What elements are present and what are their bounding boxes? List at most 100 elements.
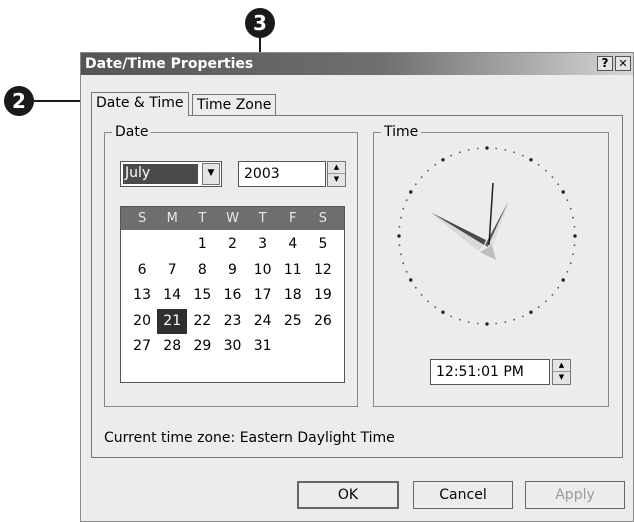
year-spinner[interactable]: ▲ ▼	[327, 161, 346, 187]
calendar-day[interactable]: 19	[308, 283, 338, 309]
hour-tick	[529, 158, 533, 162]
minute-tick	[467, 149, 470, 151]
minute-tick	[402, 207, 405, 210]
date-group-label: Date	[112, 124, 152, 140]
calendar-day[interactable]: 24	[248, 309, 278, 335]
minute-tick	[537, 163, 540, 166]
minute-tick	[450, 154, 453, 157]
minute-tick	[434, 163, 437, 166]
minute-tick	[458, 151, 461, 154]
calendar-day[interactable]: 30	[217, 334, 247, 360]
calendar-day[interactable]: 23	[217, 309, 247, 335]
calendar-day[interactable]: 7	[157, 258, 187, 284]
callout-2: 2	[4, 86, 34, 116]
calendar-day[interactable]: 18	[278, 283, 308, 309]
minute-tick	[467, 321, 470, 323]
apply-button[interactable]: Apply	[525, 481, 625, 509]
ok-button[interactable]: OK	[297, 481, 399, 509]
time-spinner[interactable]: ▲ ▼	[552, 359, 571, 385]
minute-tick	[434, 306, 437, 309]
minute-tick	[566, 270, 569, 273]
minute-tick	[458, 318, 461, 321]
cancel-button[interactable]: Cancel	[413, 481, 513, 509]
weekday-sat: S	[318, 211, 328, 226]
month-dropdown[interactable]: July ▼	[120, 161, 222, 187]
minute-tick	[572, 216, 574, 219]
minute-tick	[414, 286, 417, 289]
hour-hand	[430, 212, 486, 245]
hour-tick	[441, 310, 445, 314]
calendar-day[interactable]: 17	[248, 283, 278, 309]
window-title: Date/Time Properties	[85, 56, 254, 72]
minute-tick	[495, 322, 498, 325]
hour-tick	[409, 278, 413, 282]
calendar-day[interactable]: 22	[187, 309, 217, 335]
time-field[interactable]: 12:51:01 PM	[430, 359, 550, 385]
hour-tick	[561, 278, 565, 282]
minute-tick	[521, 315, 524, 318]
calendar[interactable]: S M T W T F S 1 2 3 4 5 6 7 8 9 10 11 12 13 14 15 16 17 1…	[120, 206, 345, 383]
hour-tick	[397, 234, 401, 238]
minute-tick	[427, 300, 429, 303]
minute-tick	[521, 154, 524, 157]
calendar-day[interactable]: 9	[217, 258, 247, 284]
calendar-day[interactable]: 15	[187, 283, 217, 309]
calendar-day[interactable]: 8	[187, 258, 217, 284]
calendar-day[interactable]: 16	[217, 283, 247, 309]
minute-tick	[569, 262, 572, 265]
weekday-mon: M	[166, 211, 178, 226]
calendar-day[interactable]: 1	[187, 232, 217, 258]
clock-dial	[397, 146, 577, 326]
calendar-day[interactable]: 14	[157, 283, 187, 309]
arrow-down-icon[interactable]: ▼	[553, 372, 570, 384]
calendar-day	[127, 232, 157, 258]
minute-tick	[557, 286, 560, 289]
calendar-day[interactable]: 10	[248, 258, 278, 284]
calendar-day[interactable]: 12	[308, 258, 338, 284]
calendar-day[interactable]: 21	[157, 308, 188, 334]
month-dropdown-button[interactable]: ▼	[202, 163, 220, 185]
calendar-day	[157, 232, 187, 258]
calendar-day[interactable]: 26	[308, 309, 338, 335]
date-time-dialog: Date/Time Properties ? ✕ Date & Time Tim…	[80, 52, 634, 522]
calendar-day[interactable]: 29	[187, 334, 217, 360]
timezone-label: Current time zone:	[104, 430, 236, 446]
calendar-day	[278, 334, 308, 360]
calendar-day[interactable]: 25	[278, 309, 308, 335]
arrow-up-icon[interactable]: ▲	[553, 360, 570, 372]
minute-tick	[420, 176, 423, 178]
year-field[interactable]: 2003	[238, 161, 326, 187]
minute-tick	[402, 262, 405, 265]
minute-tick	[551, 294, 554, 296]
calendar-day[interactable]: 28	[157, 334, 187, 360]
hour-tick	[485, 146, 489, 150]
help-button[interactable]: ?	[597, 56, 613, 71]
calendar-day[interactable]: 27	[127, 334, 157, 360]
time-group: Time 12:51:01 PM ▲ ▼	[373, 124, 609, 407]
minute-tick	[495, 147, 498, 150]
calendar-day[interactable]: 3	[248, 232, 278, 258]
minute-tick	[400, 253, 402, 256]
timezone-value: Eastern Daylight Time	[239, 430, 395, 446]
tab-time-zone[interactable]: Time Zone	[192, 94, 277, 115]
hour-tick	[441, 158, 445, 162]
minute-tick	[572, 253, 574, 256]
calendar-day[interactable]: 4	[278, 232, 308, 258]
calendar-day[interactable]: 5	[308, 232, 338, 258]
analog-clock	[397, 146, 577, 326]
calendar-day[interactable]: 11	[278, 258, 308, 284]
close-button[interactable]: ✕	[615, 56, 631, 71]
month-value: July	[123, 164, 198, 184]
minute-tick	[545, 300, 547, 303]
calendar-day[interactable]: 2	[217, 232, 247, 258]
minute-tick	[569, 207, 572, 210]
calendar-day[interactable]: 31	[248, 334, 278, 360]
arrow-up-icon[interactable]: ▲	[328, 162, 345, 174]
arrow-down-icon[interactable]: ▼	[328, 174, 345, 186]
calendar-day	[308, 334, 338, 360]
calendar-day[interactable]: 6	[127, 258, 157, 284]
tab-date-time[interactable]: Date & Time	[91, 92, 189, 116]
calendar-day[interactable]: 20	[127, 309, 157, 335]
minute-tick	[573, 225, 576, 228]
calendar-day[interactable]: 13	[127, 283, 157, 309]
